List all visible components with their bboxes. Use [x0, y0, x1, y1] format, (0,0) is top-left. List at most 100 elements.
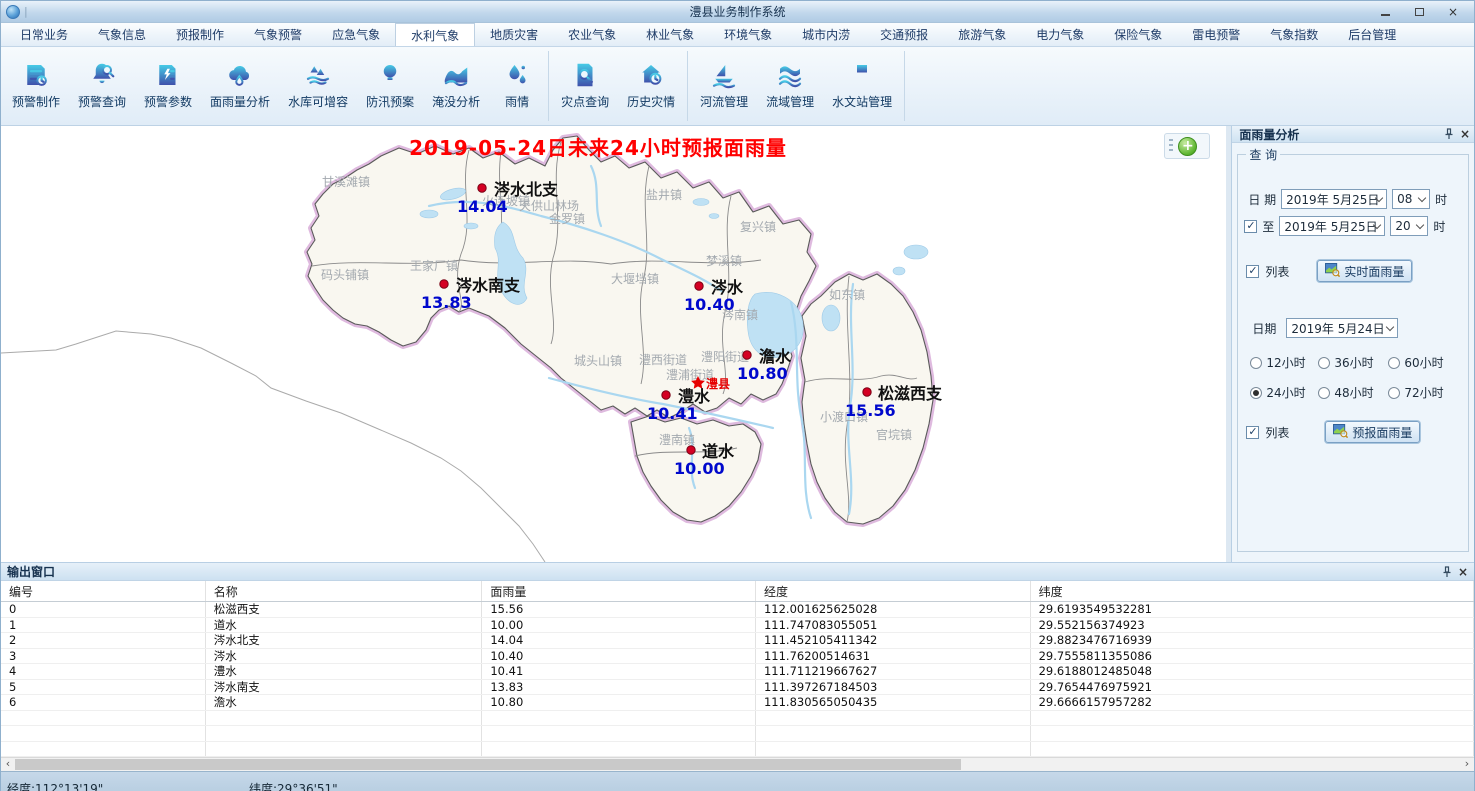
forecast-date-select[interactable]: 2019年 5月24日	[1286, 318, 1398, 338]
column-header-3[interactable]: 经度	[756, 581, 1031, 601]
menu-item-tab[interactable]: 应急气象	[317, 23, 395, 46]
end-date-select[interactable]: 2019年 5月25日	[1279, 216, 1385, 236]
table-row[interactable]: 5涔水南支13.83111.39726718450329.76544769759…	[1, 680, 1474, 696]
tool-button[interactable]: 预警参数	[135, 47, 201, 125]
column-header-4[interactable]: 纬度	[1031, 581, 1474, 601]
to-checkbox[interactable]	[1244, 220, 1257, 233]
table-row[interactable]: 3涔水10.40111.7620051463129.7555811355086	[1, 649, 1474, 665]
end-hour-select[interactable]: 20	[1390, 216, 1428, 236]
add-layer-button[interactable]: +	[1178, 137, 1197, 156]
toolbar-separator	[687, 51, 688, 121]
minimize-button[interactable]	[1376, 4, 1394, 20]
menu-item-selected[interactable]: 水利气象	[395, 23, 475, 46]
tool-button-label: 灾点查询	[561, 93, 609, 110]
duration-radio[interactable]	[1318, 357, 1330, 369]
table-row[interactable]: 6澹水10.80111.83056505043529.6666157957282	[1, 695, 1474, 711]
drag-handle-icon[interactable]	[1169, 139, 1173, 153]
forecast-list-checkbox[interactable]	[1246, 426, 1259, 439]
duration-option[interactable]: 60小时	[1388, 354, 1460, 371]
menu-item-tab[interactable]: 地质灾害	[475, 23, 553, 46]
horizontal-scrollbar[interactable]: ‹ ›	[1, 757, 1474, 771]
tool-button[interactable]: 历史灾情	[618, 47, 684, 125]
menu-item-tab[interactable]: 气象预警	[239, 23, 317, 46]
maximize-button[interactable]	[1410, 4, 1428, 20]
tool-button[interactable]: 淹没分析	[423, 47, 489, 125]
menu-item-tab[interactable]: 旅游气象	[943, 23, 1021, 46]
menu-item-tab[interactable]: 林业气象	[631, 23, 709, 46]
duration-radio[interactable]	[1250, 387, 1262, 399]
tool-button[interactable]: 河流管理	[691, 47, 757, 125]
tool-button[interactable]: 水库可增容	[279, 47, 357, 125]
menu-item-tab[interactable]: 城市内涝	[787, 23, 865, 46]
duration-label: 36小时	[1334, 354, 1373, 371]
tool-button[interactable]: 雨情	[489, 47, 545, 125]
menu-item-tab[interactable]: 气象指数	[1255, 23, 1333, 46]
station-dot[interactable]	[440, 280, 448, 288]
menu-item-tab[interactable]: 日常业务	[5, 23, 83, 46]
table-row[interactable]: 0松滋西支15.56112.00162562502829.61935495322…	[1, 602, 1474, 618]
duration-radio[interactable]	[1318, 387, 1330, 399]
menu-item-tab[interactable]: 后台管理	[1333, 23, 1411, 46]
tool-button[interactable]: 预警制作	[3, 47, 69, 125]
menu-item-tab[interactable]: 预报制作	[161, 23, 239, 46]
toolbar: 预警制作预警查询预警参数面雨量分析水库可增容防汛预案淹没分析雨情灾点查询历史灾情…	[1, 47, 1474, 126]
town-label: 甘溪滩镇	[322, 175, 370, 189]
duration-option[interactable]: 72小时	[1388, 384, 1460, 401]
menu-item-tab[interactable]: 农业气象	[553, 23, 631, 46]
pin-icon[interactable]	[1442, 566, 1452, 578]
column-header-2[interactable]: 面雨量	[482, 581, 756, 601]
menu-item-tab[interactable]: 环境气象	[709, 23, 787, 46]
duration-radio[interactable]	[1388, 387, 1400, 399]
station-dot[interactable]	[687, 446, 695, 454]
start-hour-select[interactable]: 08	[1392, 189, 1430, 209]
tool-button[interactable]: 流域管理	[757, 47, 823, 125]
table-cell	[482, 711, 756, 726]
scroll-left-arrow[interactable]: ‹	[1, 758, 15, 771]
table-cell: 澹水	[206, 695, 483, 710]
tool-button[interactable]: 水文站管理	[823, 47, 901, 125]
scrollbar-thumb[interactable]	[15, 759, 961, 770]
map-canvas[interactable]: 甘溪滩镇火连坡镇天供山林场金罗镇盐井镇复兴镇梦溪镇码头铺镇王家厂镇大堰垱镇如东镇…	[1, 126, 1226, 562]
tool-button[interactable]: 预警查询	[69, 47, 135, 125]
close-button[interactable]: ×	[1444, 4, 1462, 20]
station-dot[interactable]	[863, 388, 871, 396]
tool-button[interactable]: 面雨量分析	[201, 47, 279, 125]
table-row[interactable]: 1道水10.00111.74708305505129.552156374923	[1, 618, 1474, 634]
duration-radio[interactable]	[1250, 357, 1262, 369]
forecast-rainfall-button[interactable]: 预报面雨量	[1325, 421, 1420, 443]
tool-button-label: 预警查询	[78, 93, 126, 110]
maximize-icon	[1415, 8, 1424, 16]
menu-item-tab[interactable]: 保险气象	[1099, 23, 1177, 46]
station-dot[interactable]	[743, 351, 751, 359]
realtime-rainfall-button[interactable]: 实时面雨量	[1317, 260, 1412, 282]
duration-option[interactable]: 48小时	[1318, 384, 1388, 401]
menu-item-tab[interactable]: 气象信息	[83, 23, 161, 46]
menu-item-tab[interactable]: 雷电预警	[1177, 23, 1255, 46]
panel-close-icon[interactable]: ×	[1460, 129, 1470, 139]
hydro-station-icon	[847, 60, 877, 90]
menu-item-tab[interactable]: 交通预报	[865, 23, 943, 46]
chevron-down-icon	[1416, 221, 1424, 229]
tool-button[interactable]: 灾点查询	[552, 47, 618, 125]
output-close-icon[interactable]: ×	[1458, 567, 1468, 577]
start-date-select[interactable]: 2019年 5月25日	[1281, 189, 1387, 209]
station-dot[interactable]	[662, 391, 670, 399]
table-cell: 5	[1, 680, 206, 695]
pin-icon[interactable]	[1444, 128, 1454, 140]
duration-option[interactable]: 12小时	[1250, 354, 1318, 371]
table-cell: 29.7555811355086	[1031, 649, 1474, 664]
realtime-list-checkbox[interactable]	[1246, 265, 1259, 278]
station-dot[interactable]	[695, 282, 703, 290]
table-row[interactable]: 4澧水10.41111.71121966762729.6188012485048	[1, 664, 1474, 680]
column-header-1[interactable]: 名称	[206, 581, 483, 601]
menu-item-tab[interactable]: 电力气象	[1021, 23, 1099, 46]
table-row[interactable]: 2涔水北支14.04111.45210541134229.88234767169…	[1, 633, 1474, 649]
duration-option[interactable]: 24小时	[1250, 384, 1318, 401]
tool-button[interactable]: 防汛预案	[357, 47, 423, 125]
duration-radio[interactable]	[1388, 357, 1400, 369]
duration-option[interactable]: 36小时	[1318, 354, 1388, 371]
chevron-down-icon	[1386, 323, 1394, 331]
scroll-right-arrow[interactable]: ›	[1460, 758, 1474, 771]
station-dot[interactable]	[478, 184, 486, 192]
column-header-0[interactable]: 编号	[1, 581, 206, 601]
